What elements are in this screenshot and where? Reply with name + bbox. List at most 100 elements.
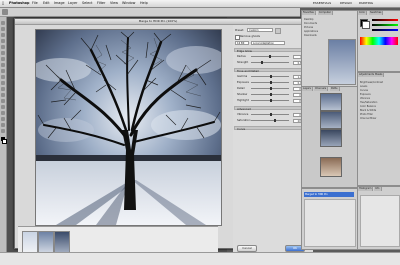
tab-swatches[interactable]: Swatches: [369, 11, 384, 15]
tab-channels[interactable]: Channels: [314, 87, 329, 91]
gamma-slider[interactable]: [251, 75, 289, 78]
lasso-tool-icon[interactable]: [1, 33, 5, 37]
nav-item-downloads[interactable]: Downloads: [304, 34, 317, 37]
menu-window[interactable]: Window: [122, 1, 135, 5]
background-swatch[interactable]: [362, 21, 370, 29]
tab-color[interactable]: Color: [358, 11, 368, 15]
layer-thumb-3[interactable]: [320, 129, 342, 147]
menu-view[interactable]: View: [110, 1, 118, 5]
healing-tool-icon[interactable]: [1, 57, 5, 61]
nav-item-pictures[interactable]: Pictures: [304, 26, 313, 29]
menu-app[interactable]: Photoshop: [9, 1, 29, 5]
radius-slider[interactable]: [251, 55, 289, 58]
method-dropdown[interactable]: Local Adaptation: [251, 41, 285, 45]
exposure-slider[interactable]: [251, 81, 289, 84]
workspace-essentials[interactable]: ESSENTIALS: [313, 1, 331, 5]
quick-select-tool-icon[interactable]: [1, 39, 5, 43]
vibrance-row: Vibrance 0%: [237, 112, 311, 117]
adj-brightness-contrast[interactable]: Brightness/Contrast: [360, 81, 383, 84]
adj-curves[interactable]: Curves: [360, 89, 368, 92]
preset-dropdown[interactable]: Custom: [247, 28, 273, 32]
path-select-tool-icon[interactable]: [1, 111, 5, 115]
shadow-slider-knob[interactable]: [270, 93, 272, 96]
menu-select[interactable]: Select: [82, 1, 92, 5]
shadow-slider[interactable]: [251, 93, 289, 96]
adj-hue-saturation[interactable]: Hue/Saturation: [360, 101, 377, 104]
adj-channel-mixer[interactable]: Channel Mixer: [360, 117, 376, 120]
dodge-tool-icon[interactable]: [1, 93, 5, 97]
radius-slider-knob[interactable]: [269, 55, 271, 58]
vibrance-slider-knob[interactable]: [270, 113, 272, 116]
highlight-slider[interactable]: [251, 99, 289, 102]
zoom-tool-icon[interactable]: [1, 129, 5, 133]
workspace-design[interactable]: DESIGN: [340, 1, 352, 5]
shape-tool-icon[interactable]: [1, 117, 5, 121]
adj-exposure[interactable]: Exposure: [360, 93, 371, 96]
brush-tool-icon[interactable]: [1, 63, 5, 67]
layer-list: [304, 199, 356, 247]
file-preview-thumb[interactable]: [328, 39, 356, 85]
eyedropper-tool-icon[interactable]: [1, 51, 5, 55]
gamma-slider-knob[interactable]: [270, 75, 272, 78]
adj-vibrance[interactable]: Vibrance: [360, 97, 370, 100]
nav-item-documents[interactable]: Documents: [304, 22, 317, 25]
layers-panel: Layers Channels Paths: [301, 86, 358, 188]
blue-slider[interactable]: [372, 29, 398, 31]
nav-item-desktop[interactable]: Desktop: [304, 18, 313, 21]
menu-help[interactable]: Help: [140, 1, 148, 5]
highlight-slider-knob[interactable]: [270, 99, 272, 102]
saturation-slider-knob[interactable]: [274, 119, 276, 122]
clone-tool-icon[interactable]: [1, 69, 5, 73]
layer-thumb-2[interactable]: [320, 111, 342, 129]
tool-preset-icon[interactable]: [2, 9, 8, 15]
tab-histogram[interactable]: Histogram: [358, 187, 374, 191]
adj-color-balance[interactable]: Color Balance: [360, 105, 376, 108]
hdr-preview-image[interactable]: [35, 29, 222, 226]
move-tool-icon[interactable]: [1, 21, 5, 25]
saturation-slider[interactable]: [251, 119, 289, 122]
detail-slider-knob[interactable]: [270, 87, 272, 90]
menu-image[interactable]: Image: [54, 1, 65, 5]
tab-computer[interactable]: Computer: [318, 11, 333, 15]
cancel-button[interactable]: Cancel: [237, 245, 257, 252]
adj-levels[interactable]: Levels: [360, 85, 367, 88]
bit-depth-dropdown[interactable]: 16 Bit: [235, 41, 249, 45]
tab-favorites[interactable]: Favorites: [302, 11, 316, 15]
layer-thumb-4[interactable]: [320, 157, 342, 177]
green-slider[interactable]: [372, 24, 398, 26]
red-slider[interactable]: [372, 19, 398, 21]
detail-slider[interactable]: [251, 87, 289, 90]
exposure-slider-knob[interactable]: [270, 81, 272, 84]
strength-slider[interactable]: [251, 61, 289, 64]
tab-layers[interactable]: Layers: [302, 87, 313, 91]
preset-options-icon[interactable]: [275, 28, 281, 34]
crop-tool-icon[interactable]: [1, 45, 5, 49]
histogram-graph: [360, 195, 400, 247]
color-ramp[interactable]: [360, 37, 398, 45]
menu-file[interactable]: File: [32, 1, 38, 5]
workspace-painting[interactable]: PAINTING: [359, 1, 373, 5]
nav-item-applications[interactable]: Applications: [304, 30, 318, 33]
layer-thumb-1[interactable]: [320, 93, 342, 111]
tab-info[interactable]: Info: [374, 187, 382, 191]
pen-tool-icon[interactable]: [1, 99, 5, 103]
history-brush-tool-icon[interactable]: [1, 75, 5, 79]
tab-masks[interactable]: Masks: [374, 73, 385, 77]
adj-black-white[interactable]: Black & White: [360, 109, 376, 112]
menu-filter[interactable]: Filter: [97, 1, 105, 5]
marquee-tool-icon[interactable]: [1, 27, 5, 31]
detail-row: Detail 0%: [237, 86, 311, 91]
hand-tool-icon[interactable]: [1, 123, 5, 127]
menu-edit[interactable]: Edit: [43, 1, 50, 5]
eraser-tool-icon[interactable]: [1, 81, 5, 85]
adj-photo-filter[interactable]: Photo Filter: [360, 113, 373, 116]
gradient-tool-icon[interactable]: [1, 87, 5, 91]
apple-icon[interactable]: : [2, 1, 4, 5]
active-layer-row[interactable]: Merged to HDR Pro: [304, 192, 354, 197]
tab-paths[interactable]: Paths: [330, 87, 340, 91]
status-bar: [0, 252, 400, 265]
type-tool-icon[interactable]: [1, 105, 5, 109]
vibrance-slider[interactable]: [251, 113, 289, 116]
strength-slider-knob[interactable]: [261, 61, 263, 64]
menu-layer[interactable]: Layer: [68, 1, 77, 5]
